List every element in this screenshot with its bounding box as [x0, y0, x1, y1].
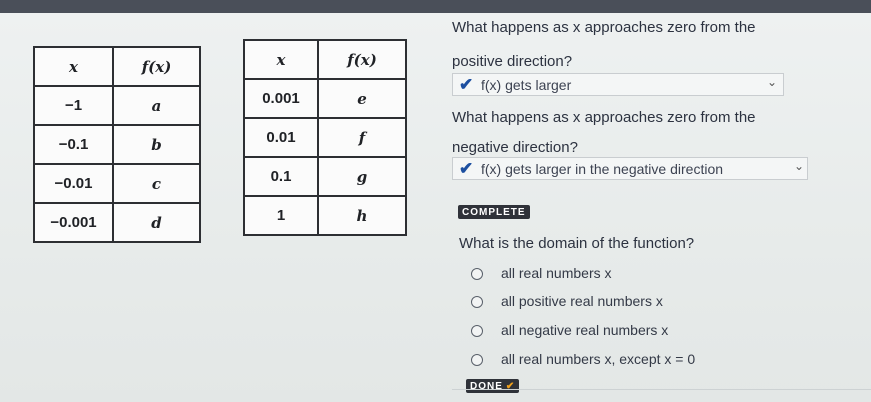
table-header-x: x	[33, 46, 114, 87]
checkmark-icon: ✔	[459, 159, 474, 178]
table-cell-x: 1	[243, 195, 319, 236]
option-label: all negative real numbers x	[501, 322, 669, 338]
question-3-text: What is the domain of the function?	[459, 235, 695, 252]
option-label: all positive real numbers x	[501, 293, 663, 309]
chevron-down-icon[interactable]: ⌄	[794, 159, 804, 173]
table-cell-fx: a	[112, 85, 201, 126]
question-1-answer: f(x) gets larger	[481, 77, 572, 93]
option-label: all real numbers x	[501, 265, 612, 281]
table-cell-x: 0.01	[243, 117, 319, 158]
table-cell-x: 0.1	[243, 156, 319, 197]
table-cell-fx: e	[317, 78, 407, 119]
table-cell-fx: f	[317, 117, 407, 158]
question-2-answer: f(x) gets larger in the negative directi…	[481, 161, 724, 177]
question-2-dropdown[interactable]: ✔ f(x) gets larger in the negative direc…	[452, 157, 808, 180]
radio-button-icon[interactable]	[471, 268, 483, 280]
done-badge[interactable]: DONE ✔	[466, 379, 520, 393]
table-header-fx: f(x)	[112, 46, 201, 87]
question-1-line-1: What happens as x approaches zero from t…	[452, 19, 756, 36]
checkmark-icon: ✔	[459, 75, 474, 94]
checkmark-icon: ✔	[505, 381, 516, 392]
top-bar	[0, 0, 871, 13]
radio-button-icon[interactable]	[471, 354, 483, 366]
radio-button-icon[interactable]	[471, 296, 483, 308]
table-cell-x: −0.001	[33, 202, 114, 243]
table-cell-fx: g	[317, 156, 407, 197]
complete-badge: COMPLETE	[458, 205, 530, 219]
option-label: all real numbers x, except x = 0	[501, 351, 696, 367]
table-header-fx: f(x)	[317, 39, 407, 80]
question-2-line-1: What happens as x approaches zero from t…	[452, 109, 756, 126]
chevron-down-icon[interactable]: ⌄	[767, 75, 777, 89]
values-table-negative: x f(x) −1 a −0.1 b −0.01 c −0.001 d	[33, 46, 201, 243]
radio-button-icon[interactable]	[471, 325, 483, 337]
table-cell-fx: b	[112, 124, 201, 165]
divider	[452, 389, 871, 390]
table-cell-fx: c	[112, 163, 201, 204]
question-1-line-2: positive direction?	[452, 53, 573, 70]
table-cell-x: 0.001	[243, 78, 319, 119]
table-cell-x: −0.1	[33, 124, 114, 165]
question-2-line-2: negative direction?	[452, 139, 578, 156]
table-cell-fx: d	[112, 202, 201, 243]
table-cell-x: −0.01	[33, 163, 114, 204]
question-1-dropdown[interactable]: ✔ f(x) gets larger ⌄	[452, 73, 784, 96]
table-cell-x: −1	[33, 85, 114, 126]
table-cell-fx: h	[317, 195, 407, 236]
table-header-x: x	[243, 39, 319, 80]
done-label: DONE	[470, 381, 503, 392]
values-table-positive: x f(x) 0.001 e 0.01 f 0.1 g 1 h	[243, 39, 407, 236]
